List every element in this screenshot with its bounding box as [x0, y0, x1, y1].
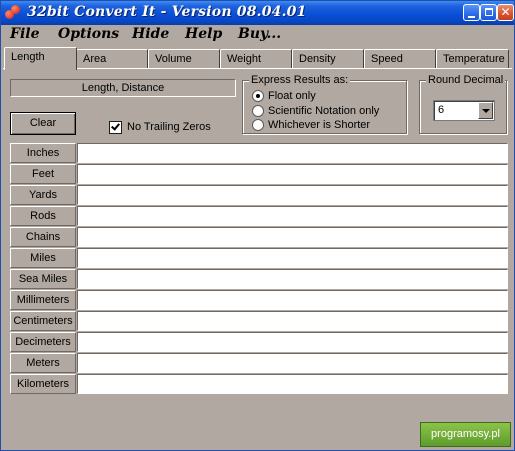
round-decimal-title: Round Decimal — [426, 73, 506, 87]
menu-file[interactable]: File — [10, 25, 39, 43]
minimize-icon — [468, 16, 475, 18]
radio-label: Float only — [268, 90, 316, 102]
tab-temperature[interactable]: Temperature — [436, 49, 509, 69]
unit-row-miles: Miles — [10, 248, 508, 268]
tab-length[interactable]: Length — [4, 47, 77, 70]
menu-options[interactable]: Options — [58, 25, 119, 43]
no-trailing-zeros-label: No Trailing Zeros — [127, 121, 211, 133]
unit-label: Meters — [10, 353, 76, 373]
unit-row-sea-miles: Sea Miles — [10, 269, 508, 289]
unit-row-chains: Chains — [10, 227, 508, 247]
app-icon — [5, 5, 23, 21]
unit-label: Centimeters — [10, 311, 76, 331]
watermark-badge: programosy.pl — [420, 422, 511, 447]
inches-input[interactable] — [77, 143, 508, 163]
centimeters-input[interactable] — [77, 311, 508, 331]
unit-label: Millimeters — [10, 290, 76, 310]
round-decimal-select[interactable]: 6 — [433, 100, 495, 121]
yards-input[interactable] — [77, 185, 508, 205]
tab-density[interactable]: Density — [292, 49, 364, 69]
maximize-button[interactable] — [480, 4, 497, 21]
unit-row-decimeters: Decimeters — [10, 332, 508, 352]
unit-row-yards: Yards — [10, 185, 508, 205]
unit-label: Feet — [10, 164, 76, 184]
checkbox-box[interactable] — [109, 121, 122, 134]
unit-row-kilometers: Kilometers — [10, 374, 508, 394]
menu-bar: File Options Hide Help Buy... — [1, 25, 514, 45]
tab-weight[interactable]: Weight — [220, 49, 292, 69]
feet-input[interactable] — [77, 164, 508, 184]
clear-button[interactable]: Clear — [10, 112, 76, 135]
minimize-button[interactable] — [463, 4, 480, 21]
title-bar: 32bit Convert It - Version 08.04.01 ✕ — [1, 1, 514, 25]
sea-miles-input[interactable] — [77, 269, 508, 289]
unit-row-feet: Feet — [10, 164, 508, 184]
unit-label: Rods — [10, 206, 76, 226]
no-trailing-zeros-checkbox[interactable]: No Trailing Zeros — [109, 121, 211, 134]
unit-row-centimeters: Centimeters — [10, 311, 508, 331]
unit-label: Decimeters — [10, 332, 76, 352]
millimeters-input[interactable] — [77, 290, 508, 310]
unit-label: Yards — [10, 185, 76, 205]
menu-hide[interactable]: Hide — [132, 25, 169, 43]
decimeters-input[interactable] — [77, 332, 508, 352]
radio-label: Scientific Notation only — [268, 105, 380, 117]
radio-float-only[interactable]: Float only — [252, 90, 316, 103]
unit-row-rods: Rods — [10, 206, 508, 226]
unit-label: Sea Miles — [10, 269, 76, 289]
app-window: 32bit Convert It - Version 08.04.01 ✕ Fi… — [0, 0, 515, 451]
radio-selected-dot — [256, 94, 260, 98]
round-decimal-value: 6 — [438, 104, 445, 116]
menu-help[interactable]: Help — [185, 25, 222, 43]
tab-volume[interactable]: Volume — [148, 49, 220, 69]
meters-input[interactable] — [77, 353, 508, 373]
chains-input[interactable] — [77, 227, 508, 247]
radio-button[interactable] — [252, 119, 264, 131]
unit-label: Kilometers — [10, 374, 76, 394]
unit-label: Miles — [10, 248, 76, 268]
unit-row-millimeters: Millimeters — [10, 290, 508, 310]
window-title: 32bit Convert It - Version 08.04.01 — [27, 4, 307, 20]
radio-whichever-shorter[interactable]: Whichever is Shorter — [252, 119, 370, 132]
express-results-group: Express Results as: Float only Scientifi… — [242, 73, 407, 134]
unit-row-inches: Inches — [10, 143, 508, 163]
miles-input[interactable] — [77, 248, 508, 268]
close-button[interactable]: ✕ — [497, 4, 514, 21]
tab-speed[interactable]: Speed — [364, 49, 436, 69]
tab-area[interactable]: Area — [76, 49, 148, 69]
category-label: Length, Distance — [10, 79, 236, 97]
radio-button[interactable] — [252, 105, 264, 117]
express-results-title: Express Results as: — [249, 73, 351, 87]
unit-label: Chains — [10, 227, 76, 247]
close-icon: ✕ — [500, 5, 511, 19]
radio-label: Whichever is Shorter — [268, 119, 371, 131]
radio-button[interactable] — [252, 90, 264, 102]
menu-buy[interactable]: Buy... — [238, 25, 281, 43]
round-decimal-group: Round Decimal 6 — [419, 73, 507, 134]
maximize-icon — [485, 8, 493, 16]
tab-bar: Length Area Volume Weight Density Speed … — [1, 47, 514, 70]
chevron-down-icon[interactable] — [478, 102, 493, 119]
unit-label: Inches — [10, 143, 76, 163]
rods-input[interactable] — [77, 206, 508, 226]
unit-row-meters: Meters — [10, 353, 508, 373]
checkmark-icon — [111, 121, 120, 131]
radio-scientific-notation[interactable]: Scientific Notation only — [252, 105, 379, 118]
kilometers-input[interactable] — [77, 374, 508, 394]
